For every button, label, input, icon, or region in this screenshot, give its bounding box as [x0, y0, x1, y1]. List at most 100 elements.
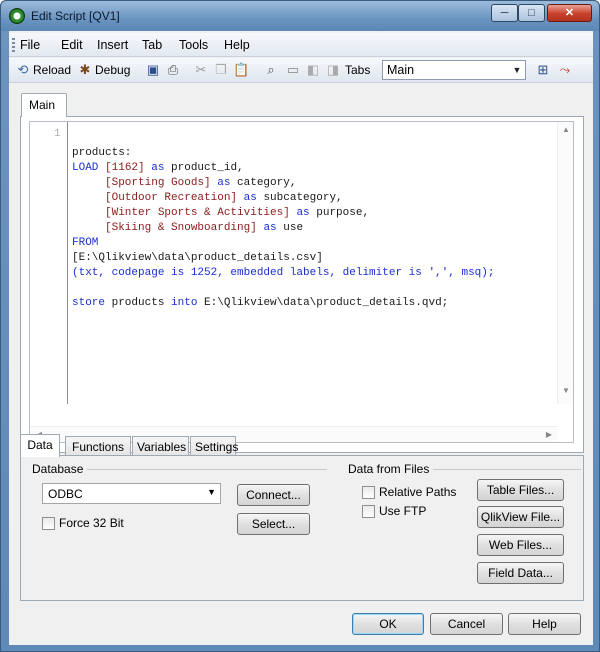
code-token: category,: [237, 177, 297, 189]
window-title: Edit Script [QV1]: [31, 9, 120, 23]
menu-tab[interactable]: Tab: [142, 38, 162, 52]
reload-button[interactable]: Reload: [33, 61, 71, 79]
menu-file[interactable]: File: [20, 38, 40, 52]
database-dropdown-value: ODBC: [48, 487, 83, 501]
new-tab-icon[interactable]: ▭: [285, 62, 301, 78]
code-token: [1162]: [105, 162, 145, 174]
code-token: [E:\Qlikview\data\product_details.csv]: [72, 252, 323, 264]
connect-button[interactable]: Connect...: [237, 484, 310, 506]
script-tab-main[interactable]: Main: [21, 93, 67, 117]
copy-icon[interactable]: ❐: [213, 62, 229, 78]
debug-button[interactable]: Debug: [95, 61, 130, 79]
code-token: store: [72, 297, 112, 309]
code-line[interactable]: [E:\Qlikview\data\product_details.csv]: [72, 251, 494, 266]
code-token: as: [144, 162, 172, 174]
menu-tools[interactable]: Tools: [179, 38, 208, 52]
code-line[interactable]: [Outdoor Recreation] as subcategory,: [72, 191, 494, 206]
code-token: [Sporting Goods]: [72, 177, 211, 189]
table-viewer-icon[interactable]: ⊞: [535, 62, 551, 78]
select-button[interactable]: Select...: [237, 513, 310, 535]
cancel-button[interactable]: Cancel: [430, 613, 503, 635]
promote-tab-icon[interactable]: ◧: [305, 62, 321, 78]
menu-bar: File Edit Insert Tab Tools Help: [9, 33, 593, 57]
code-token: FROM: [72, 237, 99, 249]
code-line[interactable]: products:: [72, 146, 494, 161]
minimize-button[interactable]: ─: [491, 4, 518, 22]
menu-help[interactable]: Help: [224, 38, 250, 52]
relative-paths-label: Relative Paths: [379, 485, 457, 499]
force-32-bit-box[interactable]: [42, 517, 55, 530]
code-line[interactable]: store products into E:\Qlikview\data\pro…: [72, 296, 494, 311]
force-32-bit-checkbox[interactable]: Force 32 Bit: [42, 516, 152, 532]
script-editor[interactable]: 1 products: LOAD [1162] as product_id, [S…: [29, 121, 574, 443]
cut-icon[interactable]: ✂: [193, 62, 209, 78]
find-icon[interactable]: ⌕: [263, 62, 279, 78]
qlikview-file-button[interactable]: QlikView File...: [477, 506, 564, 528]
tab-variables[interactable]: Variables: [132, 436, 189, 456]
vertical-scrollbar[interactable]: ▲ ▼: [557, 122, 573, 404]
code-token: as: [289, 207, 317, 219]
tab-selector-dropdown[interactable]: Main ▼: [382, 60, 526, 80]
web-files-button[interactable]: Web Files...: [477, 534, 564, 556]
save-icon[interactable]: ▣: [145, 62, 161, 78]
files-group-line: [421, 469, 581, 470]
code-line[interactable]: [Winter Sports & Activities] as purpose,: [72, 206, 494, 221]
tabs-label: Tabs: [345, 63, 371, 77]
syntax-check-icon[interactable]: ⤳: [557, 62, 573, 78]
code-token: use: [283, 222, 304, 234]
scroll-down-icon[interactable]: ▼: [559, 386, 573, 395]
code-token: [Outdoor Recreation]: [72, 192, 238, 204]
code-token: as: [237, 192, 264, 204]
tab-functions[interactable]: Functions: [65, 436, 131, 456]
print-icon[interactable]: ⎙: [165, 62, 181, 78]
files-group-label: Data from Files: [348, 462, 434, 476]
use-ftp-label: Use FTP: [379, 504, 427, 518]
use-ftp-checkbox[interactable]: Use FTP: [362, 504, 452, 520]
tab-settings[interactable]: Settings: [190, 436, 238, 456]
relative-paths-box[interactable]: [362, 486, 375, 499]
code-line[interactable]: [Skiing & Snowboarding] as use: [72, 221, 494, 236]
toolbar: ⟲ Reload ✱ Debug ▣ ⎙ ✂ ❐ 📋 ⌕ ▭ ◧ ◨ Tabs …: [9, 58, 593, 83]
title-bar[interactable]: Edit Script [QV1] ─ □ ✕: [1, 1, 599, 31]
tab-selector-value: Main: [387, 63, 415, 77]
line-number-gutter: 1: [30, 122, 68, 404]
code-line[interactable]: FROM: [72, 236, 494, 251]
demote-tab-icon[interactable]: ◨: [325, 62, 341, 78]
close-button[interactable]: ✕: [547, 4, 592, 22]
database-group-line: [79, 469, 327, 470]
menu-edit[interactable]: Edit: [61, 38, 83, 52]
edit-script-window: Edit Script [QV1] ─ □ ✕ File Edit Insert…: [0, 0, 600, 652]
menu-grip-handle[interactable]: [12, 38, 15, 53]
code-token: products:: [72, 147, 132, 159]
table-files-button[interactable]: Table Files...: [477, 479, 564, 501]
code-line[interactable]: [72, 281, 494, 296]
chevron-down-icon: ▼: [207, 487, 216, 497]
qlikview-app-icon: [9, 8, 25, 24]
code-line[interactable]: (txt, codepage is 1252, embedded labels,…: [72, 266, 494, 281]
code-token: subcategory,: [263, 192, 343, 204]
code-token: LOAD: [72, 162, 106, 174]
tab-data[interactable]: Data: [20, 434, 60, 457]
field-data-button[interactable]: Field Data...: [477, 562, 564, 584]
code-token: (txt, codepage is 1252, embedded labels,…: [72, 267, 495, 279]
code-line[interactable]: [Sporting Goods] as category,: [72, 176, 494, 191]
paste-icon[interactable]: 📋: [233, 62, 249, 78]
database-dropdown[interactable]: ODBC ▼: [42, 483, 221, 504]
scroll-up-icon[interactable]: ▲: [559, 125, 573, 134]
code-token: as: [256, 222, 284, 234]
help-button[interactable]: Help: [508, 613, 581, 635]
maximize-button[interactable]: □: [518, 4, 545, 22]
ok-button[interactable]: OK: [352, 613, 424, 635]
debug-icon: ✱: [79, 62, 91, 77]
code-token: into: [171, 297, 205, 309]
code-token: [Winter Sports & Activities]: [72, 207, 290, 219]
code-token: product_id,: [171, 162, 244, 174]
relative-paths-checkbox[interactable]: Relative Paths: [362, 485, 472, 501]
code-line[interactable]: LOAD [1162] as product_id,: [72, 161, 494, 176]
scroll-right-icon[interactable]: ▶: [542, 430, 556, 439]
code-token: products: [111, 297, 172, 309]
force-32-bit-label: Force 32 Bit: [59, 516, 124, 530]
use-ftp-box[interactable]: [362, 505, 375, 518]
script-code[interactable]: products: LOAD [1162] as product_id, [Spo…: [72, 146, 494, 311]
menu-insert[interactable]: Insert: [97, 38, 128, 52]
